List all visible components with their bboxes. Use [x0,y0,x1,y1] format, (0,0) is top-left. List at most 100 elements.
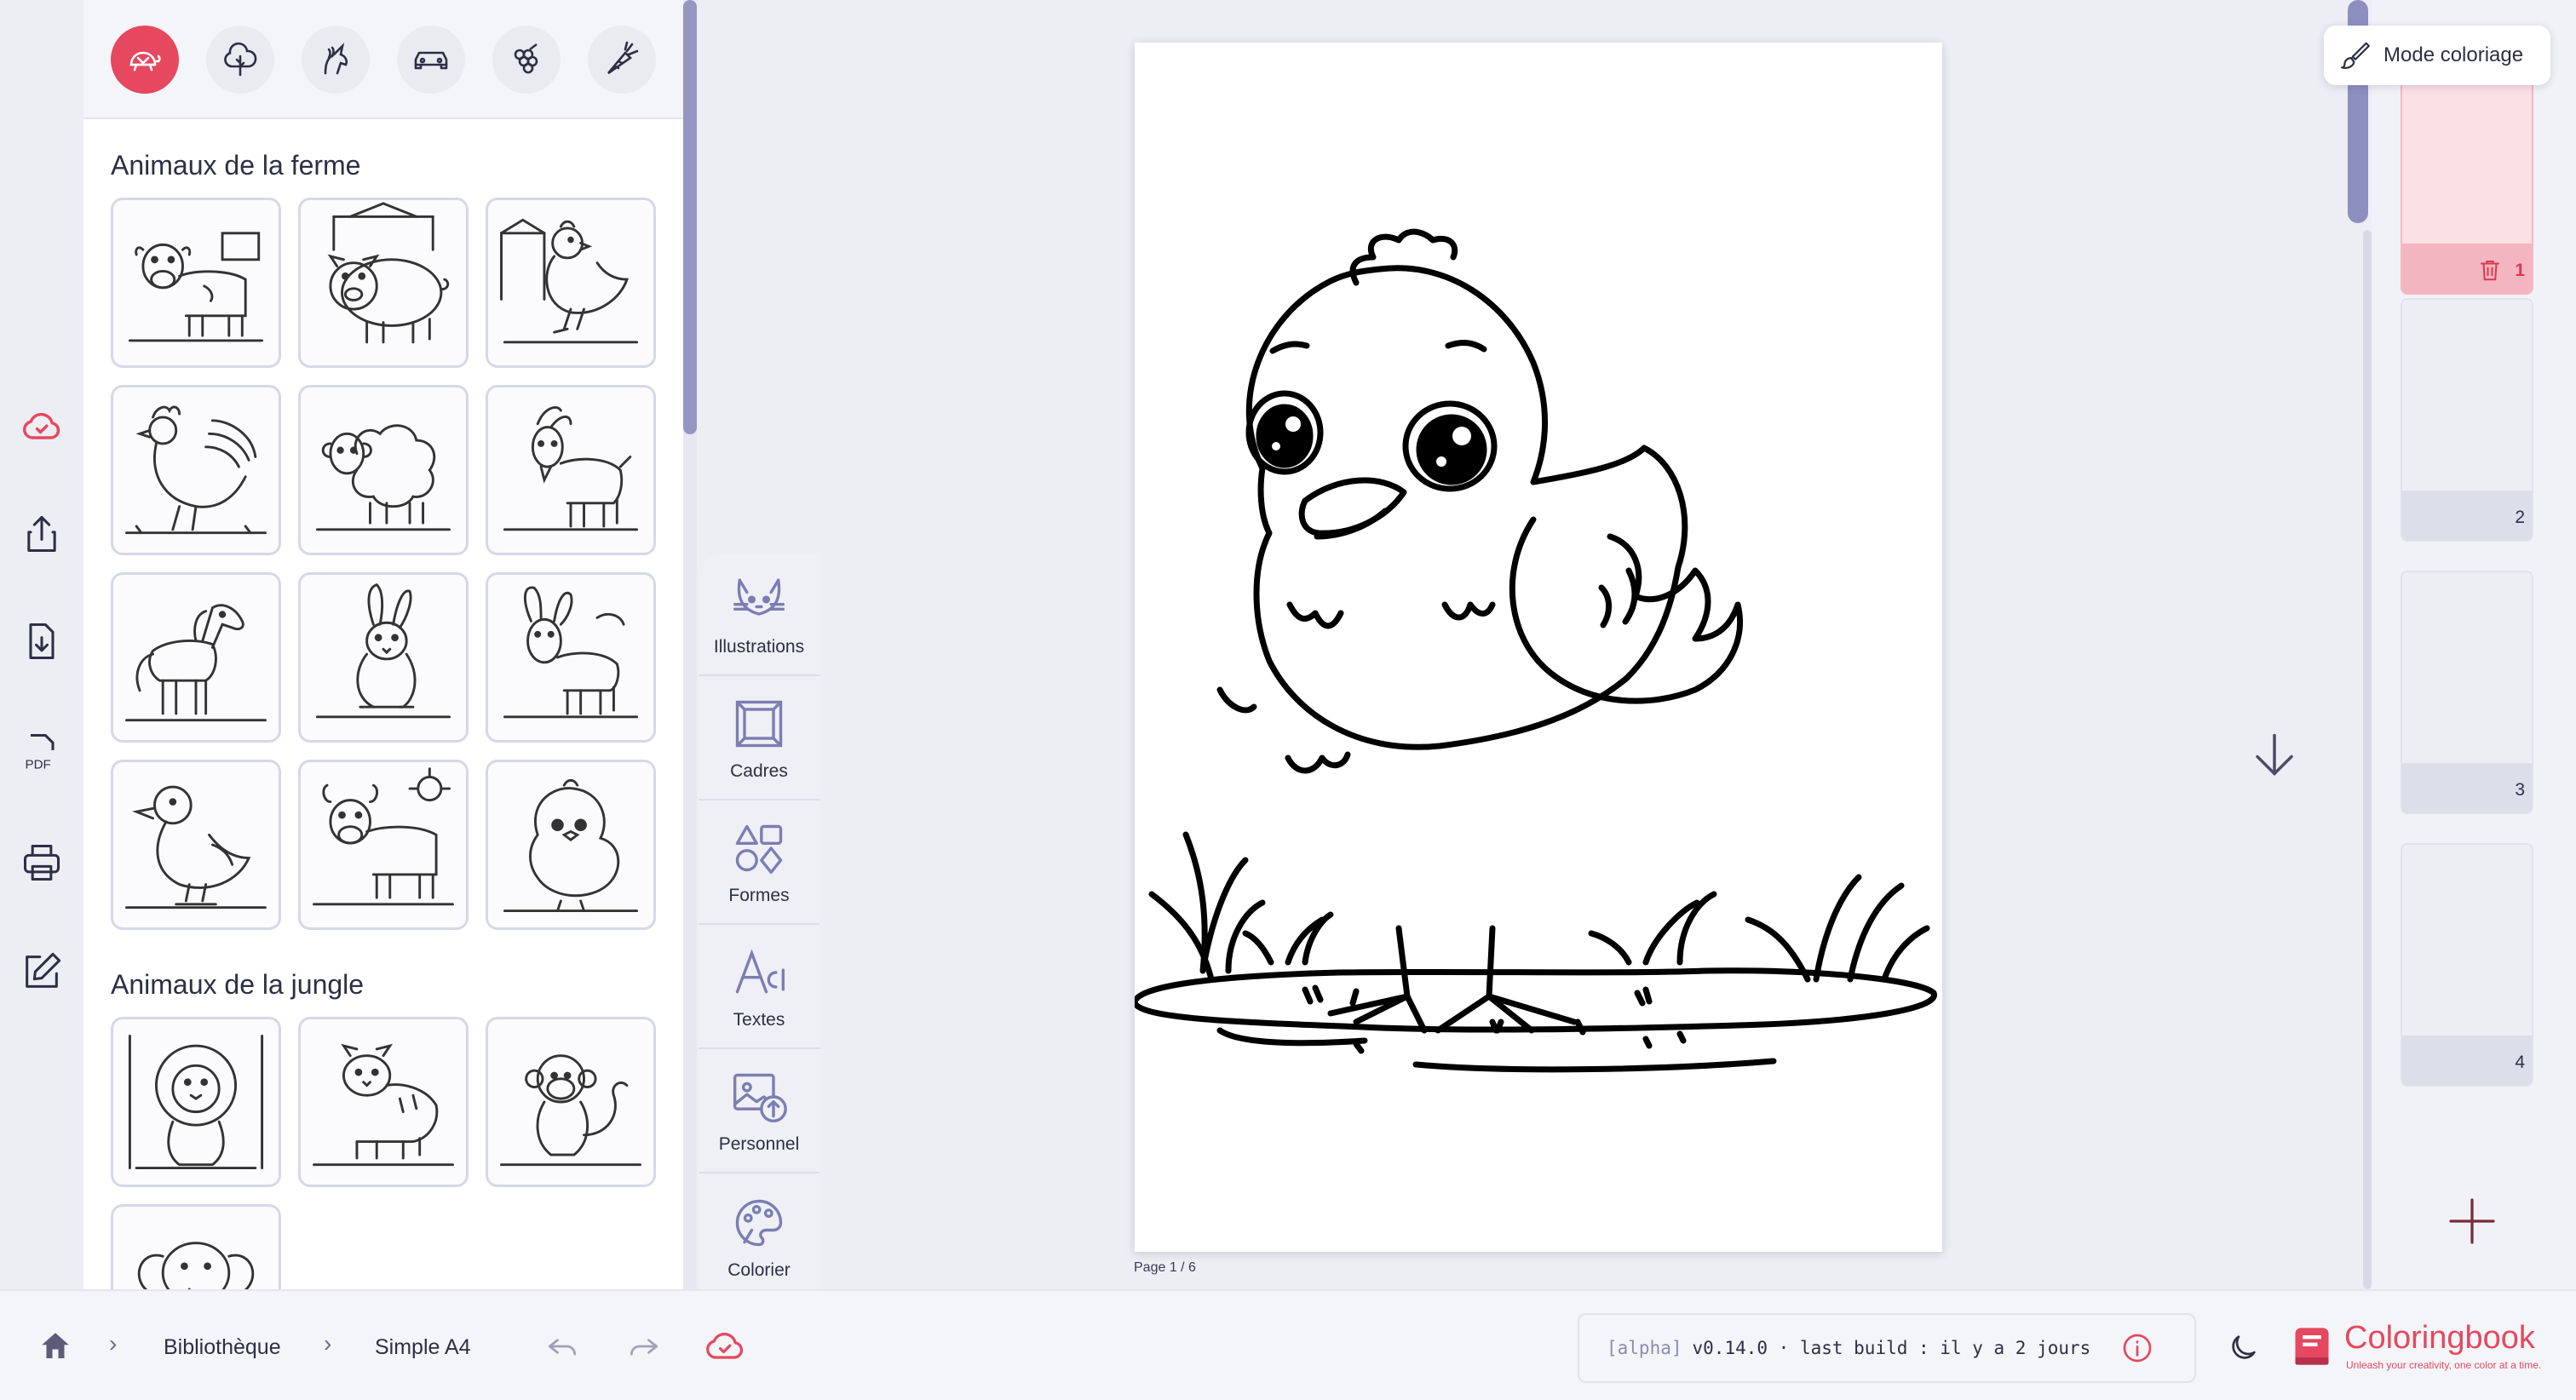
tree-icon [224,42,257,77]
category-vegetables[interactable] [588,26,656,94]
image-upload-icon [733,1073,787,1123]
tool-frames[interactable]: Cadres [699,678,819,800]
thumb-duck[interactable] [111,760,281,930]
undo-button[interactable] [540,1327,584,1366]
tools-panel: Illustrations Cadres Formes Textes Perso… [699,554,819,1289]
redo-icon [630,1339,658,1356]
home-button[interactable] [34,1325,77,1368]
tool-illustrations[interactable]: Illustrations [699,554,819,676]
breadcrumb-document[interactable]: Simple A4 [375,1335,471,1360]
tool-shapes[interactable]: Formes [699,802,819,925]
thumb-elephant[interactable] [111,1204,281,1289]
thumb-pig[interactable] [298,198,469,368]
brand-logo [2288,1320,2336,1373]
tool-shapes-label: Formes [728,886,790,905]
category-animals[interactable] [111,26,179,94]
thumb-tiger[interactable] [298,1017,469,1187]
page-thumb-2[interactable]: 2 [2401,298,2533,542]
library-scrollbar-thumb[interactable] [683,0,697,434]
info-button[interactable] [2118,1328,2157,1368]
moon-icon [2232,1335,2256,1359]
thumb-cow[interactable] [111,198,281,368]
version-info: [alpha] v0.14.0 · last build : il y a 2 … [1578,1313,2196,1383]
tool-texts[interactable]: Textes [699,927,819,1049]
thumb-rooster[interactable] [111,385,281,555]
printer-icon [23,844,60,881]
category-bar [83,0,683,119]
tool-texts-label: Textes [733,1010,785,1030]
brand-tagline: Unleash your creativity, one color at a … [2346,1359,2542,1371]
rabbit-illustration [315,582,451,719]
cow-illustration [128,232,264,342]
page-thumb-footer: 1 [2402,244,2532,293]
thumb-bull[interactable] [298,760,469,930]
tool-colorize-label: Colorier [727,1260,791,1280]
coloring-mode-button[interactable]: Mode coloriage [2324,26,2550,85]
pages-scrollbar-track[interactable] [2363,230,2372,1289]
cloud-check-icon [706,1332,744,1359]
car-icon [414,51,448,70]
lion-illustration [128,1034,264,1170]
thumb-lion[interactable] [111,1017,281,1187]
tool-personal[interactable]: Personnel [699,1051,819,1173]
thumb-hen[interactable] [486,198,656,368]
print-button[interactable] [15,836,68,889]
thumb-donkey[interactable] [486,572,656,743]
tool-frames-label: Cadres [730,761,788,781]
edit-button[interactable] [15,945,68,998]
library-panel: Animaux de la ferme Animaux de la jungle [83,0,683,1289]
scroll-down-button[interactable] [2249,727,2300,782]
book-logo-icon [2295,1328,2329,1365]
category-nature[interactable] [206,26,274,94]
home-icon [42,1333,69,1358]
version-tag: [alpha] [1607,1338,1682,1358]
plus-icon [2449,1198,2495,1244]
shapes-icon [735,824,783,875]
section-title-jungle: Animaux de la jungle [111,969,365,1000]
thumb-horse[interactable] [111,572,281,743]
category-fantasy[interactable] [302,26,370,94]
pig-illustration [327,202,450,344]
page-thumb-1[interactable]: 1 [2401,51,2533,295]
chick-coloring-illustration [1131,228,1937,1073]
category-vehicles[interactable] [397,26,465,94]
category-fruits[interactable] [492,26,561,94]
coloring-mode-label: Mode coloriage [2383,43,2524,66]
unicorn-icon [324,43,348,75]
pencil-square-icon [26,952,61,988]
tool-personal-label: Personnel [718,1134,800,1154]
grapes-icon [514,43,538,74]
cloud-save-button[interactable] [15,400,68,453]
palette-icon [735,1199,783,1247]
page-thumb-4[interactable]: 4 [2401,843,2533,1087]
thumb-chick[interactable] [486,760,656,930]
dark-mode-toggle[interactable] [2222,1327,2264,1369]
thumb-monkey[interactable] [486,1017,656,1187]
brush-icon [2341,42,2370,69]
elephant-illustration [137,1242,255,1289]
redo-button[interactable] [622,1327,666,1366]
arrow-down-icon [2256,733,2293,776]
thumb-rabbit[interactable] [298,572,469,743]
breadcrumb-chevron-icon: › [324,1330,332,1357]
tool-colorize[interactable]: Colorier [699,1175,819,1298]
page-number: 3 [2515,780,2525,800]
bottom-bar: › Bibliothèque › Simple A4 [alpha] v0.14… [0,1289,2576,1400]
duck-illustration [125,785,267,909]
cloud-sync-button[interactable] [700,1323,750,1369]
download-button[interactable] [15,615,68,668]
canvas-page[interactable] [1131,43,1942,1252]
page-number: 4 [2515,1053,2525,1072]
page-thumb-3[interactable]: 3 [2401,571,2533,814]
share-button[interactable] [15,508,68,560]
thumb-sheep[interactable] [298,385,469,555]
add-page-button[interactable] [2447,1196,2498,1247]
breadcrumb-library[interactable]: Bibliothèque [164,1335,281,1360]
thumb-goat[interactable] [486,385,656,555]
page-indicator: Page 1 / 6 [1134,1260,1196,1275]
goat-illustration [503,406,639,531]
pdf-export-button[interactable]: PDF [15,726,68,778]
turtle-icon [129,51,161,72]
trash-icon[interactable] [2477,257,2503,283]
bull-illustration [313,767,454,906]
